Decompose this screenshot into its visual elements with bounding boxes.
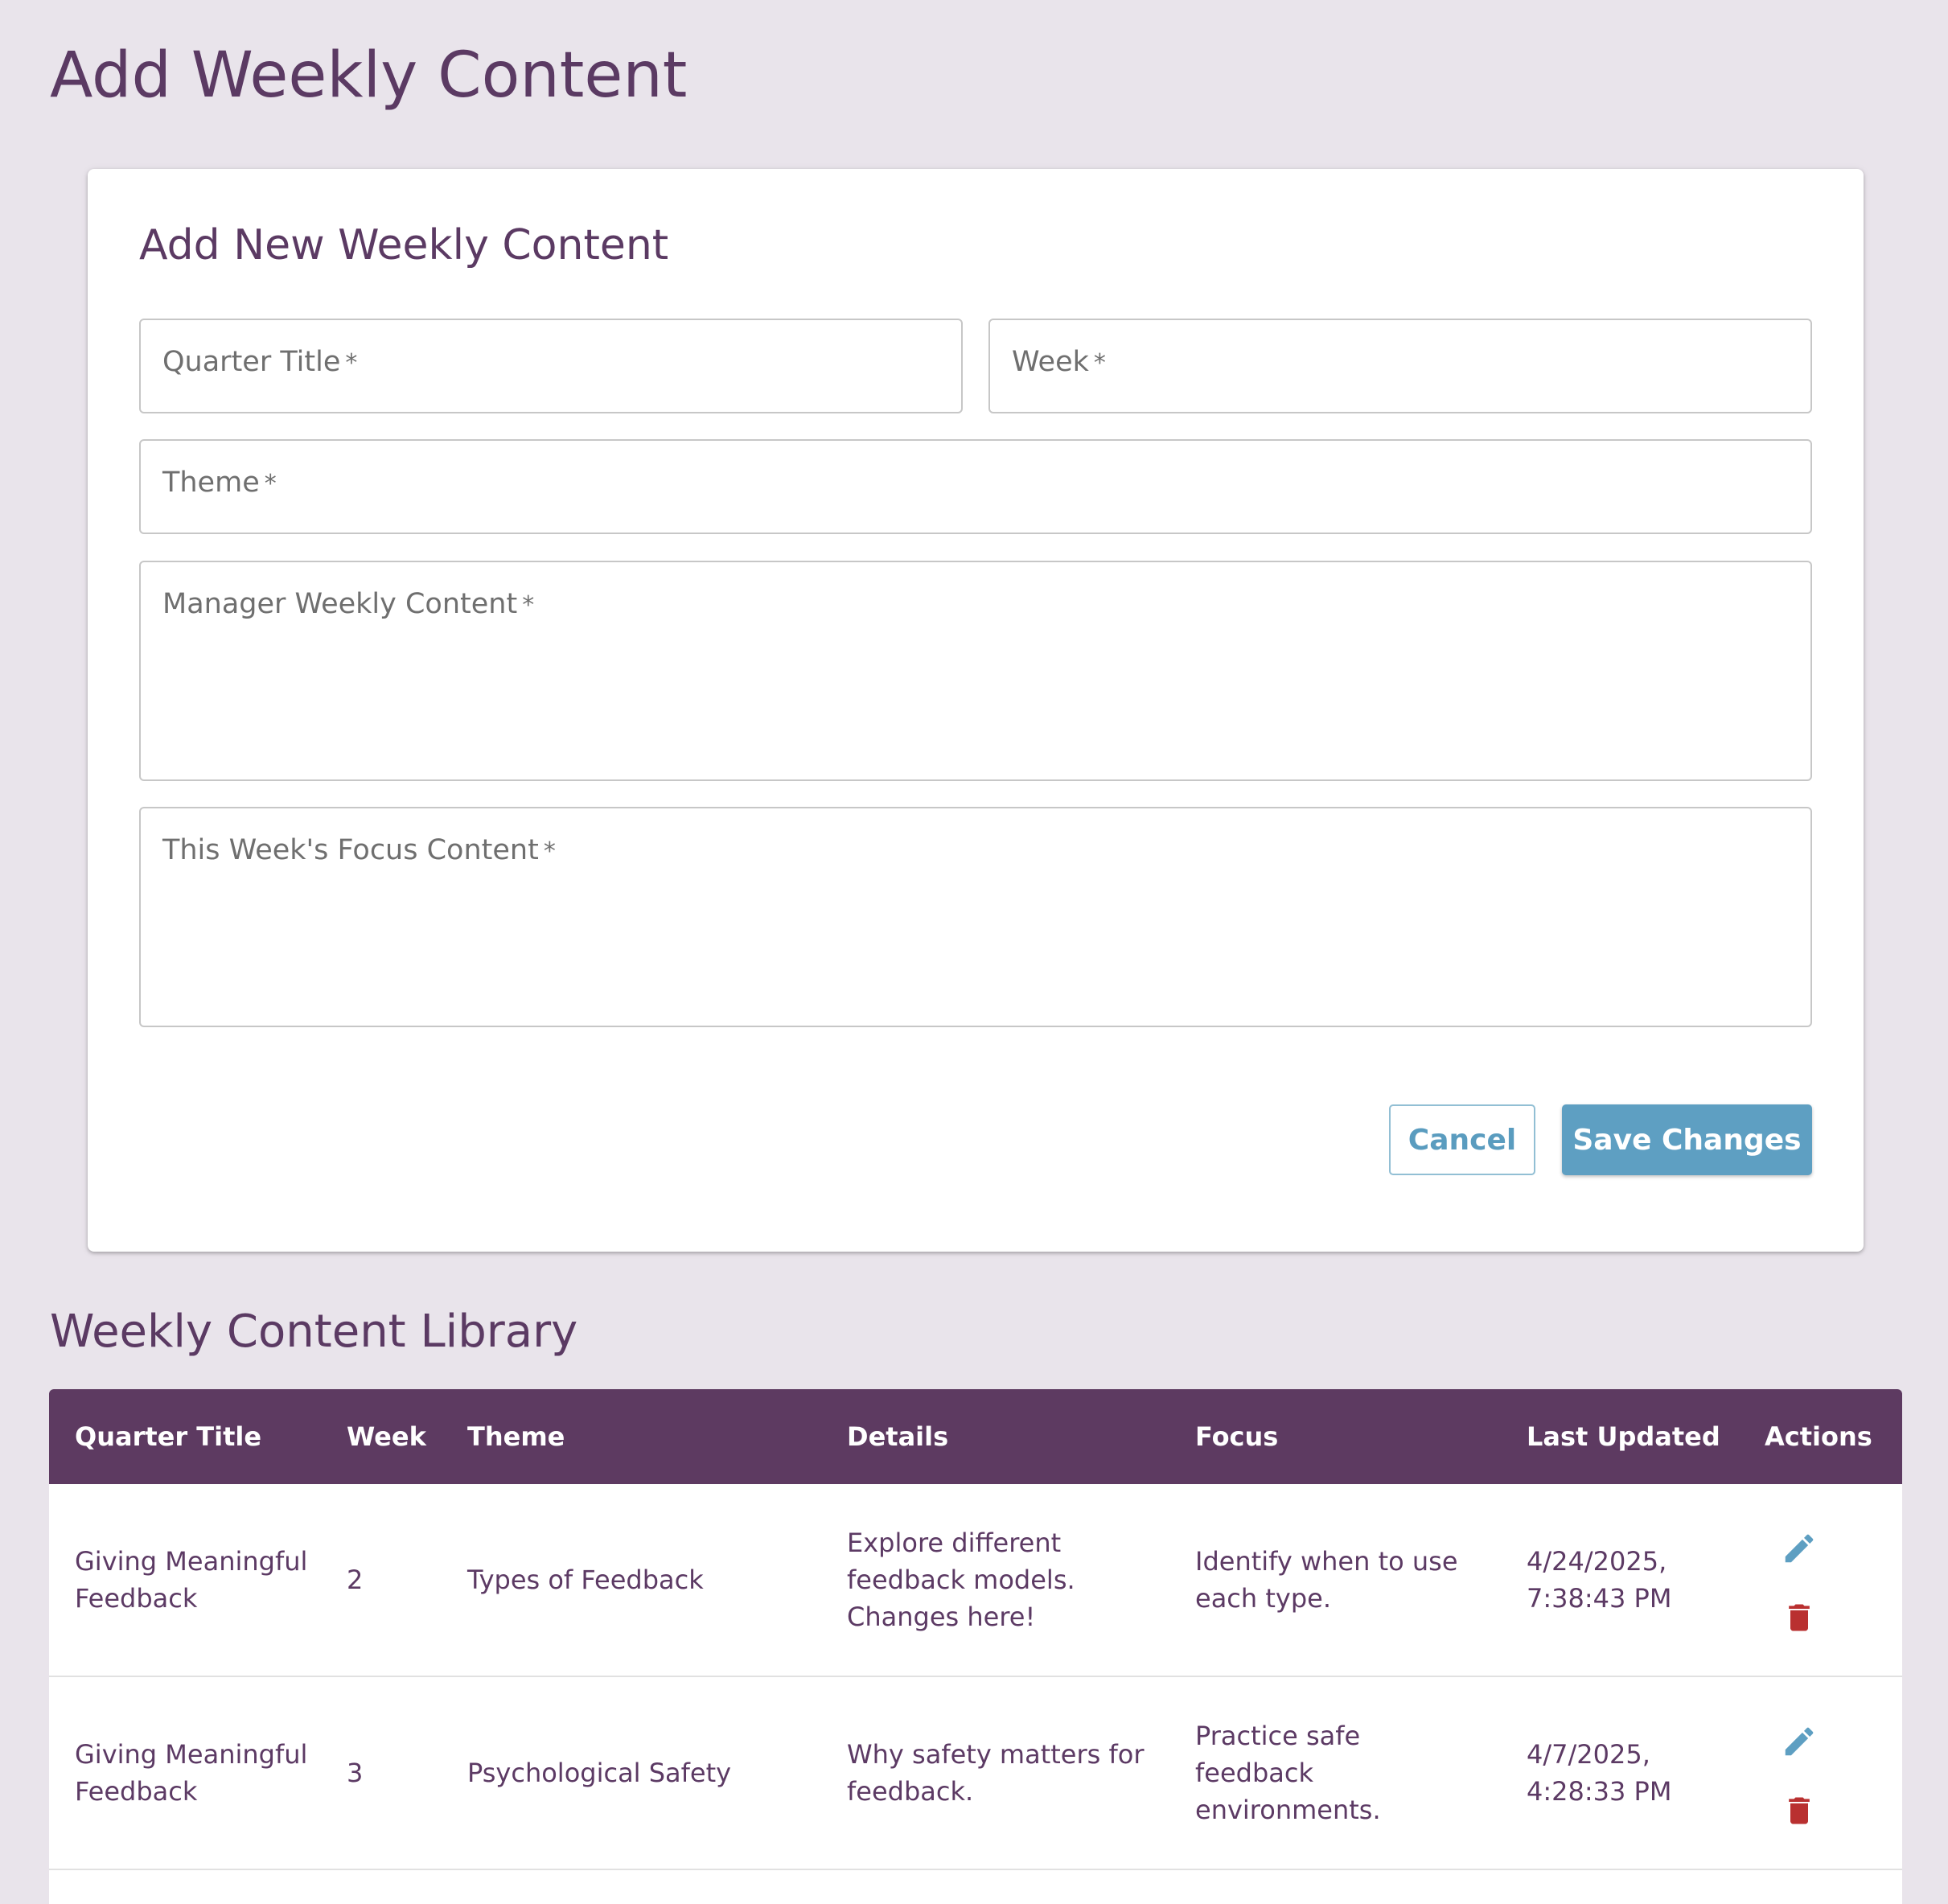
cell-last-updated: 4/7/2025, 4:28:33 PM bbox=[1527, 1739, 1672, 1807]
delete-icon bbox=[1789, 1604, 1810, 1631]
cell-last-updated: 4/24/2025, 7:38:43 PM bbox=[1527, 1546, 1672, 1614]
cell-focus: Identify when to use each type. bbox=[1195, 1546, 1458, 1614]
column-header-theme: Theme bbox=[467, 1421, 565, 1452]
column-header-actions: Actions bbox=[1765, 1421, 1872, 1452]
column-header-quarter-title: Quarter Title bbox=[75, 1421, 262, 1452]
cell-focus: Practice safe feedback environments. bbox=[1195, 1721, 1381, 1825]
edit-button[interactable] bbox=[1775, 1717, 1823, 1766]
edit-icon bbox=[1785, 1727, 1814, 1756]
form-title: Add New Weekly Content bbox=[139, 221, 669, 269]
library-title: Weekly Content Library bbox=[50, 1306, 578, 1358]
focus-content-label: This Week's Focus Content * bbox=[162, 834, 556, 866]
column-header-last-updated: Last Updated bbox=[1527, 1421, 1720, 1452]
table-row: Giving Meaningful Feedback 2 Types of Fe… bbox=[49, 1484, 1902, 1677]
quarter-title-input[interactable]: Quarter Title * bbox=[139, 319, 963, 413]
edit-button[interactable] bbox=[1775, 1524, 1823, 1573]
save-changes-button[interactable]: Save Changes bbox=[1562, 1104, 1812, 1175]
edit-icon bbox=[1785, 1534, 1814, 1563]
theme-label: Theme * bbox=[162, 467, 277, 499]
week-label: Week * bbox=[1012, 346, 1106, 378]
column-header-details: Details bbox=[847, 1421, 949, 1452]
cell-theme: Types of Feedback bbox=[467, 1565, 704, 1595]
theme-input[interactable]: Theme * bbox=[139, 439, 1812, 534]
page-title: Add Weekly Content bbox=[50, 39, 688, 112]
cell-quarter-title: Giving Meaningful Feedback bbox=[75, 1546, 308, 1614]
quarter-title-label: Quarter Title * bbox=[162, 346, 358, 378]
column-header-week: Week bbox=[347, 1421, 426, 1452]
delete-button[interactable] bbox=[1775, 1787, 1823, 1835]
delete-icon bbox=[1789, 1797, 1810, 1824]
cell-details: Explore different feedback models. Chang… bbox=[847, 1528, 1075, 1632]
add-content-form-card: Add New Weekly Content Quarter Title * We… bbox=[88, 169, 1864, 1252]
cell-week: 2 bbox=[347, 1565, 364, 1595]
cell-week: 3 bbox=[347, 1758, 364, 1788]
column-header-focus: Focus bbox=[1195, 1421, 1279, 1452]
manager-content-textarea[interactable]: Manager Weekly Content * bbox=[139, 561, 1812, 781]
focus-content-textarea[interactable]: This Week's Focus Content * bbox=[139, 807, 1812, 1027]
delete-button[interactable] bbox=[1775, 1594, 1823, 1642]
cancel-button[interactable]: Cancel bbox=[1389, 1104, 1535, 1175]
cell-quarter-title: Giving Meaningful Feedback bbox=[75, 1739, 308, 1807]
cell-details: Why safety matters for feedback. bbox=[847, 1739, 1145, 1807]
cell-theme: Psychological Safety bbox=[467, 1758, 732, 1788]
table-row: Giving Meaningful Feedback 3 Psychologic… bbox=[49, 1677, 1902, 1870]
content-library-table: Quarter Title Week Theme Details Focus L… bbox=[49, 1389, 1902, 1904]
manager-content-label: Manager Weekly Content * bbox=[162, 588, 535, 620]
week-input[interactable]: Week * bbox=[988, 319, 1812, 413]
table-header: Quarter Title Week Theme Details Focus L… bbox=[49, 1389, 1902, 1484]
